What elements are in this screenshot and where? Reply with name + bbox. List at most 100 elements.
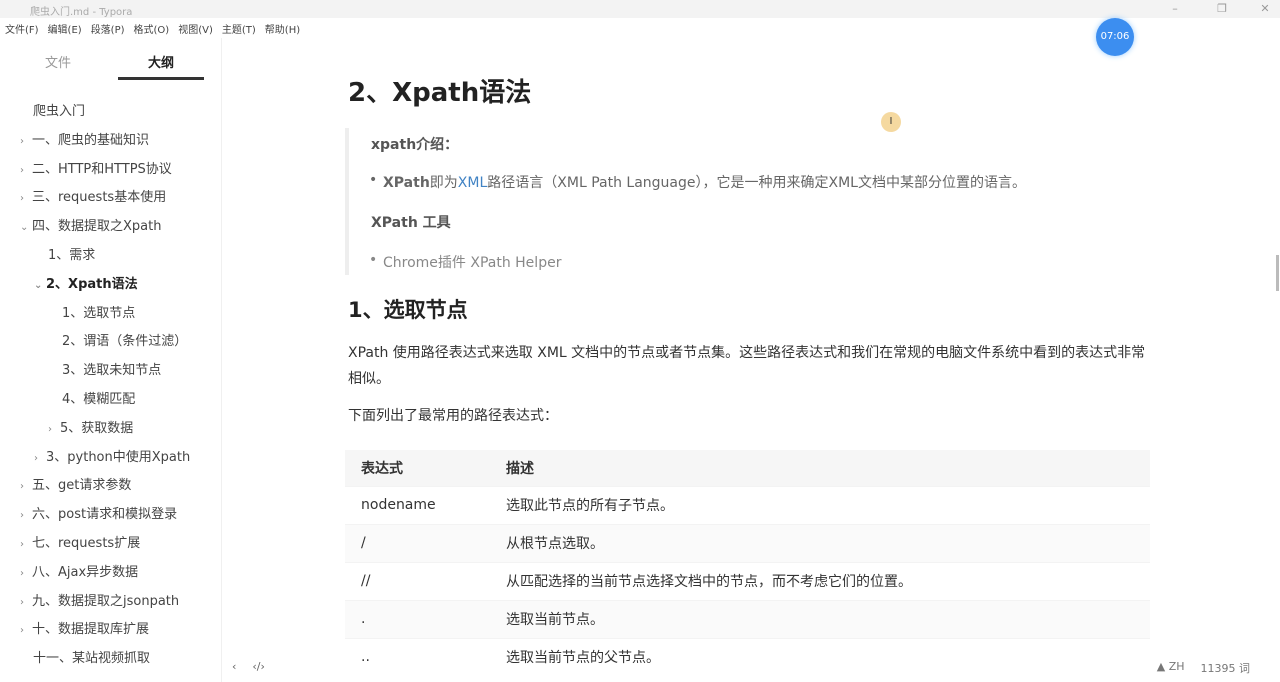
menu-help[interactable]: 帮助(H) — [265, 21, 300, 36]
table-cell: nodename — [345, 485, 490, 524]
outline-item[interactable]: 3、选取未知节点 — [62, 359, 161, 378]
outline-item-label: 1、选取节点 — [62, 305, 136, 321]
chevron-right-icon[interactable]: › — [20, 481, 32, 492]
table-cell: 从根节点选取。 — [490, 523, 1150, 562]
outline-item[interactable]: 1、选取节点 — [62, 302, 135, 321]
outline-item-label: 六、post请求和模拟登录 — [32, 507, 178, 523]
expression-table: 表达式 描述 nodename 选取此节点的所有子节点。 / 从根节点选取。//从匹配选… — [345, 450, 1150, 676]
outline-item[interactable]: › 5、获取数据 — [48, 417, 133, 436]
outline-item-label: 五、get请求参数 — [32, 478, 132, 494]
table-cell: . — [345, 599, 490, 638]
outline-item[interactable]: › 二、HTTP和HTTPS协议 — [20, 158, 172, 177]
table-row: nodename 选取此节点的所有子节点。 — [345, 485, 1150, 524]
chevron-right-icon[interactable]: › — [20, 597, 32, 608]
blockquote: xpath介绍： XPath即为XML路径语言（XML Path Languag… — [345, 128, 1145, 275]
chevron-right-icon[interactable]: › — [20, 568, 32, 579]
outline-item-label: 一、爬虫的基础知识 — [32, 132, 150, 148]
outline-item[interactable]: › 3、python中使用Xpath — [34, 446, 190, 465]
language-indicator[interactable]: ▲ ZH — [1157, 660, 1185, 676]
chevron-down-icon[interactable]: ⌄ — [20, 222, 32, 233]
source-mode-button[interactable]: ‹/› — [252, 660, 265, 673]
chevron-down-icon[interactable]: ⌄ — [34, 280, 46, 291]
toggle-sidebar-button[interactable]: ‹ — [232, 660, 236, 673]
status-bar: ▲ ZH 11395 词 — [1157, 660, 1250, 676]
chevron-right-icon[interactable]: › — [20, 625, 32, 636]
language-label: ZH — [1168, 660, 1185, 673]
menu-file[interactable]: 文件(F) — [5, 21, 39, 36]
outline-item[interactable]: 十一、某站视频抓取 — [33, 647, 150, 666]
outline-item[interactable]: 4、模糊匹配 — [62, 388, 135, 407]
title-bar: 爬虫入门.md - Typora – ❐ ✕ — [0, 0, 1280, 18]
outline-item-label: 十、数据提取库扩展 — [32, 622, 150, 638]
text: 路径语言（XML Path Language），它是一种用来确定XML文档中某部… — [487, 175, 1026, 191]
paragraph: XPath 使用路径表达式来选取 XML 文档中的节点或者节点集。这些路径表达式… — [348, 345, 1146, 387]
word-count[interactable]: 11395 词 — [1201, 660, 1251, 676]
heading-select-nodes: 1、选取节点 — [348, 298, 468, 322]
table-cell: 选取当前节点。 — [490, 599, 1150, 638]
chevron-right-icon[interactable]: › — [20, 539, 32, 550]
table-row: . 选取当前节点。 — [345, 599, 1150, 638]
table-cell: 选取此节点的所有子节点。 — [490, 485, 1150, 524]
chevron-right-icon[interactable]: › — [20, 136, 32, 147]
blockquote-heading: xpath介绍： — [371, 137, 459, 153]
heading-xpath-syntax: 2、Xpath语法 — [348, 78, 532, 108]
outline-item-label: 2、Xpath语法 — [46, 276, 138, 292]
chevron-right-icon[interactable]: › — [20, 510, 32, 521]
outline-item-label: 3、python中使用Xpath — [46, 449, 191, 465]
sidebar: 文件 大纲 爬虫入门 › 一、爬虫的基础知识 › 二、HTTP和HTTPS协议 › 三、re… — [0, 38, 222, 682]
outline-item[interactable]: › 八、Ajax异步数据 — [20, 561, 138, 580]
outline-item[interactable]: 1、需求 — [48, 244, 95, 263]
list-item: XPath即为XML路径语言（XML Path Language），它是一种用来… — [369, 172, 1026, 192]
recording-timer[interactable]: 07:06 — [1096, 18, 1134, 56]
chevron-right-icon[interactable]: › — [34, 453, 46, 464]
minimize-button[interactable]: – — [1165, 2, 1185, 15]
menu-format[interactable]: 格式(O) — [134, 21, 170, 36]
outline-item-label: 1、需求 — [48, 248, 96, 263]
menu-view[interactable]: 视图(V) — [178, 21, 213, 36]
chevron-right-icon[interactable]: › — [20, 193, 32, 204]
scrollbar[interactable] — [1276, 255, 1279, 291]
chevron-right-icon[interactable]: › — [20, 165, 32, 176]
outline-item[interactable]: › 十、数据提取库扩展 — [20, 618, 149, 637]
outline-item[interactable]: › 六、post请求和模拟登录 — [20, 503, 177, 522]
menu-theme[interactable]: 主题(T) — [222, 21, 256, 36]
window-title: 爬虫入门.md - Typora — [30, 7, 133, 18]
close-button[interactable]: ✕ — [1255, 2, 1275, 15]
outline-item-label: 4、模糊匹配 — [62, 392, 136, 407]
paragraph: 下面列出了最常用的路径表达式： — [348, 408, 558, 424]
outline-item[interactable]: › 三、requests基本使用 — [20, 186, 166, 205]
outline-item-label: 十一、某站视频抓取 — [33, 651, 151, 667]
menu-edit[interactable]: 编辑(E) — [48, 21, 82, 36]
maximize-button[interactable]: ❐ — [1212, 2, 1232, 15]
outline-item-label: 八、Ajax异步数据 — [32, 564, 139, 580]
table-row: / 从根节点选取。 — [345, 523, 1150, 562]
table-header: 表达式 — [345, 450, 490, 486]
outline-item-label: 5、获取数据 — [60, 420, 134, 436]
outline-item-label: 三、requests基本使用 — [32, 190, 167, 206]
outline-item-label: 爬虫入门 — [33, 104, 86, 119]
xml-link[interactable]: XML — [458, 175, 487, 191]
outline-item-label: 2、谓语（条件过滤） — [62, 334, 188, 350]
outline-item[interactable]: › 九、数据提取之jsonpath — [20, 590, 179, 609]
table-cell: .. — [345, 637, 490, 676]
outline-item[interactable]: 2、谓语（条件过滤） — [62, 330, 187, 349]
outline-item[interactable]: ⌄ 四、数据提取之Xpath — [20, 215, 161, 234]
text: 即为 — [429, 175, 458, 191]
outline-item[interactable]: › 七、requests扩展 — [20, 532, 140, 551]
table-row: .. 选取当前节点的父节点。 — [345, 637, 1150, 676]
outline-item[interactable]: ⌄ 2、Xpath语法 — [34, 273, 138, 292]
footer-left: ‹ ‹/› — [232, 660, 265, 673]
outline-item-label: 九、数据提取之jsonpath — [32, 593, 180, 609]
outline-item-label: 四、数据提取之Xpath — [32, 219, 162, 235]
chevron-right-icon[interactable]: › — [48, 424, 60, 435]
table-header: 描述 — [490, 450, 1150, 486]
outline-item[interactable]: 爬虫入门 — [33, 100, 85, 119]
table-row: //从匹配选择的当前节点选择文档中的节点，而不考虑它们的位置。 — [345, 561, 1150, 600]
outline-item[interactable]: › 五、get请求参数 — [20, 474, 131, 493]
tab-files[interactable]: 文件 — [15, 52, 101, 71]
menu-paragraph[interactable]: 段落(P) — [91, 21, 125, 36]
list-item: Chrome插件 XPath Helper — [369, 252, 561, 272]
outline-item[interactable]: › 一、爬虫的基础知识 — [20, 129, 149, 148]
tab-outline[interactable]: 大纲 — [118, 52, 204, 80]
outline-item-label: 二、HTTP和HTTPS协议 — [32, 161, 172, 177]
